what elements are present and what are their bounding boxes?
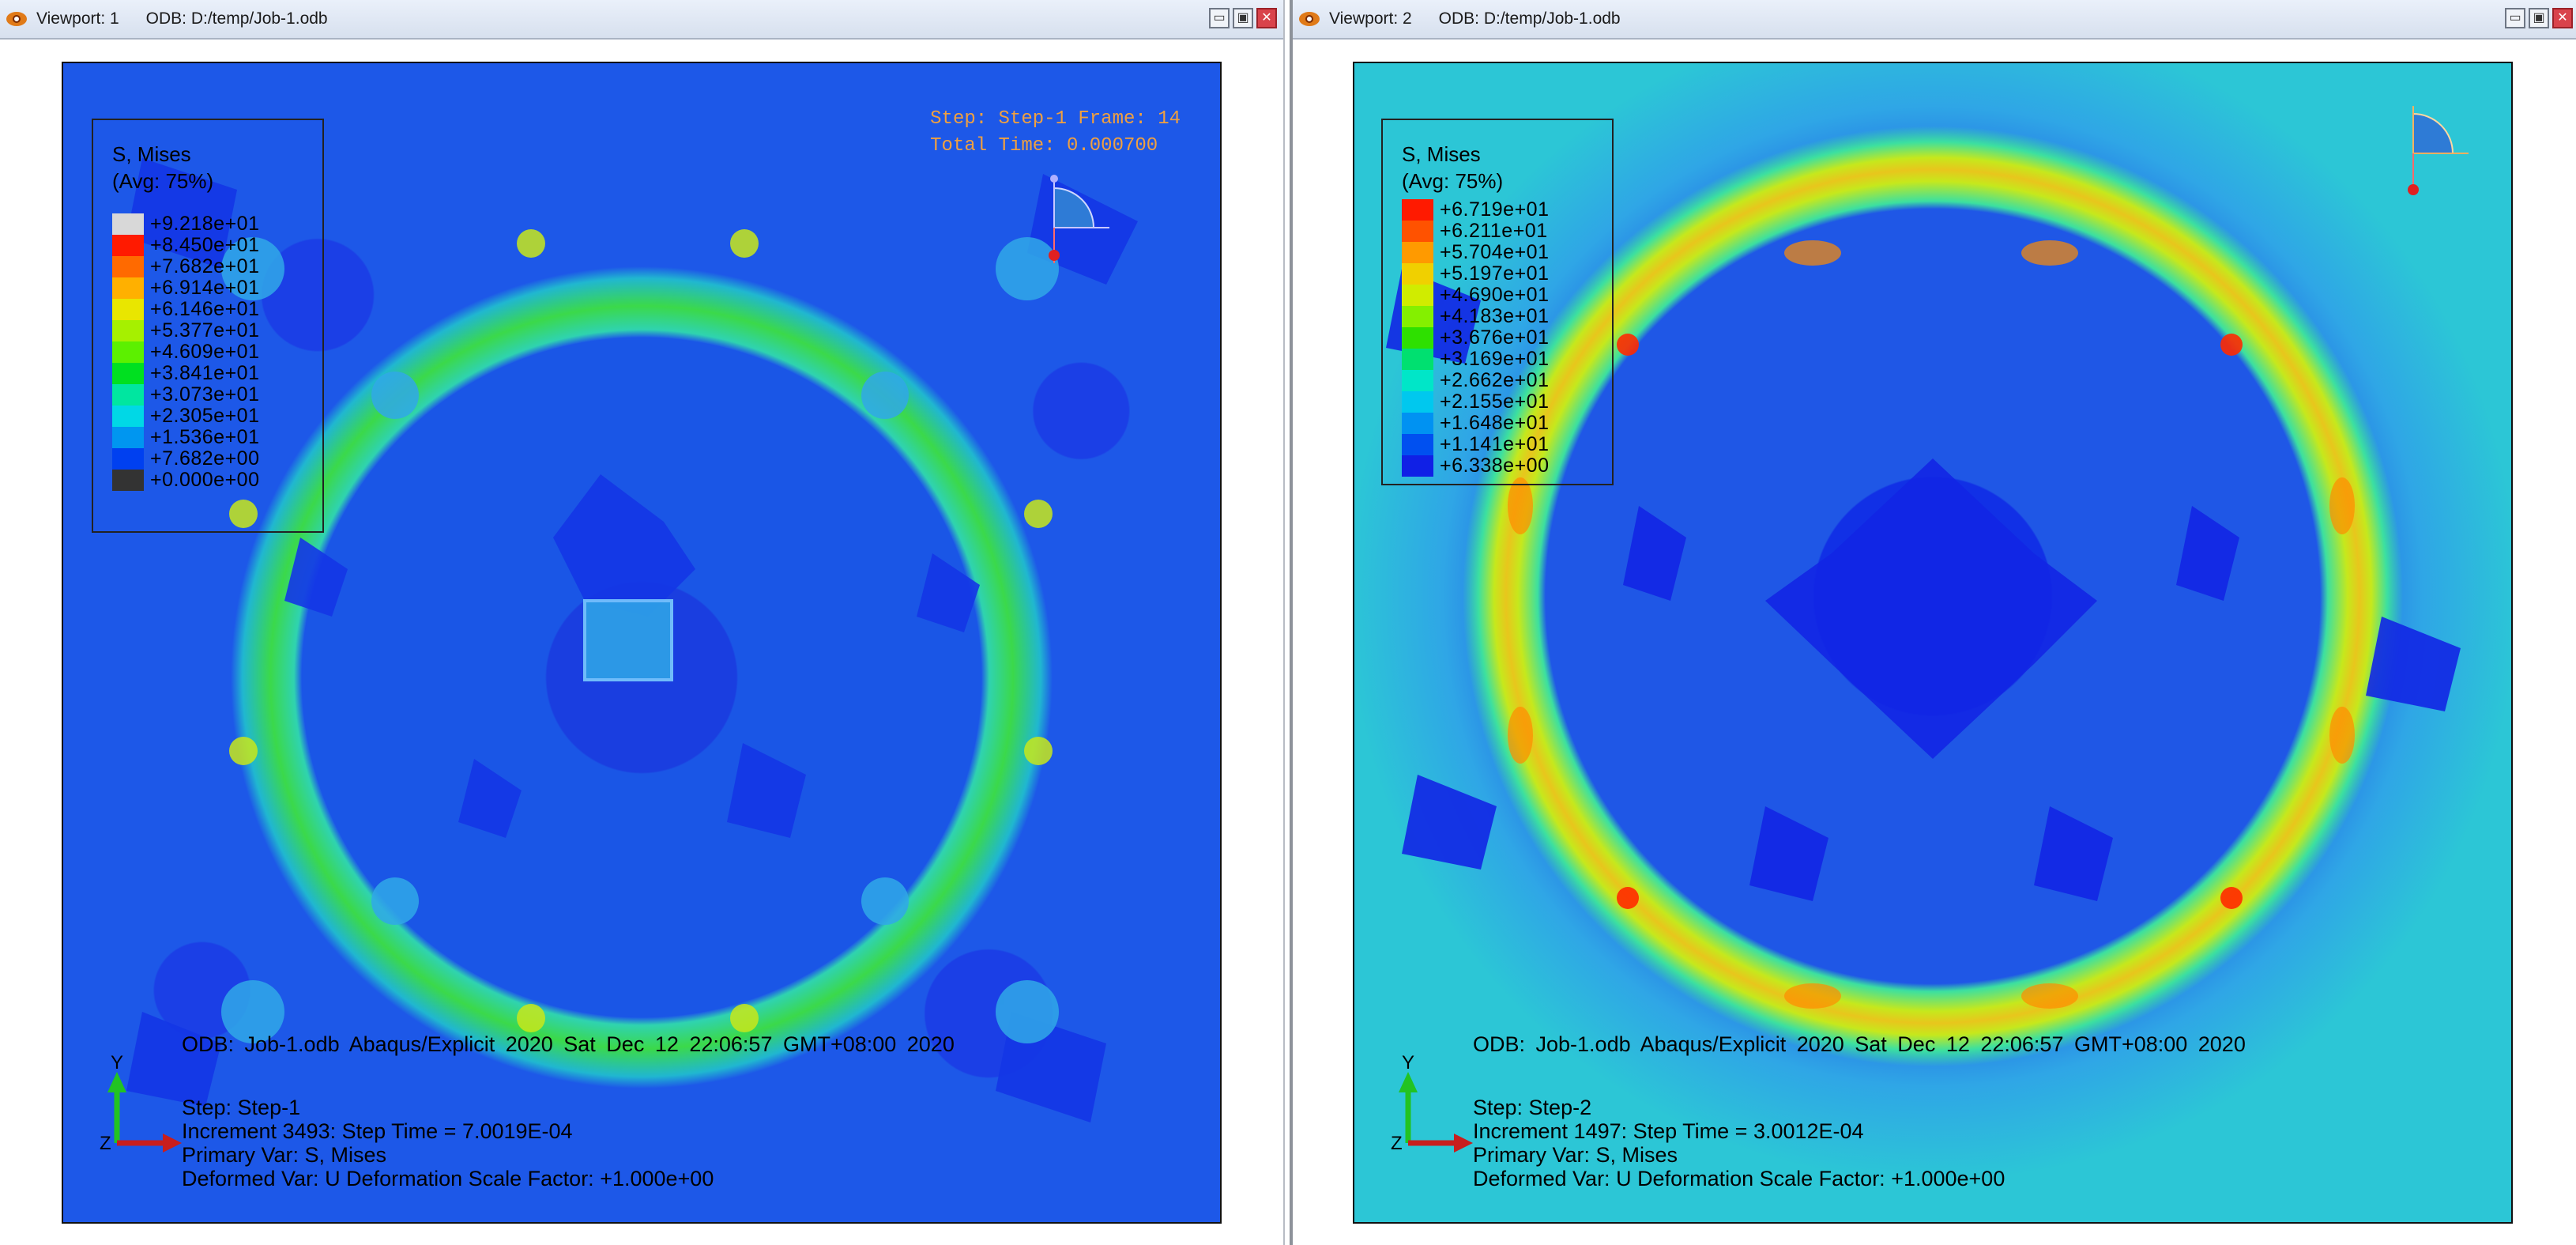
viewport-2-window[interactable]: Viewport: 2 ODB: D:/temp/Job-1.odb ▭ ▣ ✕ — [1290, 0, 2576, 1245]
legend-swatch — [1402, 285, 1433, 306]
minimize-button[interactable]: ▭ — [2505, 8, 2525, 28]
legend-row: +7.682e+01 — [112, 255, 259, 277]
contour-plot-canvas[interactable]: S, Mises (Avg: 75%) +9.218e+01 +8.450e+0… — [62, 62, 1222, 1224]
viewport-1-titlebar[interactable]: Viewport: 1 ODB: D:/temp/Job-1.odb ▭ ▣ ✕ — [0, 0, 1283, 40]
legend-row: +5.704e+01 — [1402, 241, 1549, 263]
legend-row: +8.450e+01 — [112, 234, 259, 256]
plot-info-footer: Y Z ODB: Job-1.odb Abaqus/Explicit 2020 … — [1354, 1017, 2511, 1222]
legend-scale: +6.719e+01 +6.211e+01 +5.704e+01 +5.197e… — [1402, 198, 1549, 477]
close-button[interactable]: ✕ — [1256, 8, 1277, 28]
close-button[interactable]: ✕ — [2552, 8, 2573, 28]
legend-swatch — [1402, 434, 1433, 455]
legend-swatch — [112, 320, 144, 341]
legend-swatch — [1402, 413, 1433, 434]
legend-row: +3.073e+01 — [112, 383, 259, 406]
legend-swatch — [1402, 221, 1433, 242]
legend-row: +6.211e+01 — [1402, 220, 1549, 242]
legend-swatch — [1402, 391, 1433, 413]
color-legend[interactable]: S, Mises (Avg: 75%) +9.218e+01 +8.450e+0… — [92, 119, 324, 533]
deformed-var-label: Deformed Var: U Deformation Scale Factor… — [1473, 1167, 2005, 1190]
legend-swatch — [1402, 306, 1433, 327]
increment-label: Increment 1497: Step Time = 3.0012E-04 — [1473, 1119, 1864, 1143]
legend-swatch — [1402, 455, 1433, 477]
legend-row: +4.609e+01 — [112, 341, 259, 363]
legend-row: +6.719e+01 — [1402, 198, 1549, 221]
plot-info-footer: Y Z ODB: Job-1.odb Abaqus/Explicit 2020 … — [63, 1017, 1220, 1222]
legend-row: +5.377e+01 — [112, 319, 259, 341]
step-label: Step: Step-2 — [1473, 1096, 1592, 1119]
legend-swatch — [112, 256, 144, 277]
view-orientation-triad-icon — [2408, 106, 2469, 195]
legend-row: +6.146e+01 — [112, 298, 259, 320]
axis-y-label: Y — [1402, 1052, 1414, 1073]
legend-swatch — [112, 341, 144, 363]
color-legend[interactable]: S, Mises (Avg: 75%) +6.719e+01 +6.211e+0… — [1381, 119, 1614, 485]
legend-swatch — [1402, 327, 1433, 349]
legend-row: +4.183e+01 — [1402, 305, 1549, 327]
legend-row: +1.536e+01 — [112, 426, 259, 448]
legend-row: +0.000e+00 — [112, 469, 259, 491]
legend-row: +7.682e+00 — [112, 447, 259, 470]
legend-scale: +9.218e+01 +8.450e+01 +7.682e+01 +6.914e… — [112, 213, 259, 491]
viewport-title: Viewport: 2 — [1329, 9, 1412, 28]
increment-label: Increment 3493: Step Time = 7.0019E-04 — [182, 1119, 573, 1143]
legend-swatch — [112, 299, 144, 320]
viewport-title: Viewport: 1 — [36, 9, 119, 28]
axis-y-label: Y — [111, 1052, 123, 1073]
step-info-block: Step: Step-2 Increment 1497: Step Time =… — [1473, 1096, 2005, 1190]
contour-plot-canvas[interactable]: S, Mises (Avg: 75%) +6.719e+01 +6.211e+0… — [1353, 62, 2513, 1224]
legend-swatch — [112, 448, 144, 470]
minimize-button[interactable]: ▭ — [1209, 8, 1230, 28]
axis-z-label: Z — [1391, 1133, 1403, 1154]
legend-title: S, Mises (Avg: 75%) — [1402, 142, 1504, 193]
legend-swatch — [1402, 199, 1433, 221]
deformed-var-label: Deformed Var: U Deformation Scale Factor… — [182, 1167, 714, 1190]
xyz-axis-triad-icon: Y Z — [1391, 1052, 1473, 1154]
legend-swatch — [1402, 242, 1433, 263]
legend-row: +3.169e+01 — [1402, 348, 1549, 370]
legend-row: +1.141e+01 — [1402, 433, 1549, 455]
odb-info-line: ODB: Job-1.odb Abaqus/Explicit 2020 Sat … — [1473, 1032, 2246, 1056]
legend-swatch — [112, 470, 144, 491]
view-orientation-triad-icon — [1049, 175, 1109, 263]
odb-path: ODB: D:/temp/Job-1.odb — [145, 9, 328, 28]
legend-row: +9.218e+01 — [112, 213, 259, 235]
abaqus-viewport-icon — [6, 12, 27, 26]
primary-var-label: Primary Var: S, Mises — [1473, 1143, 1678, 1167]
legend-swatch — [112, 277, 144, 299]
legend-swatch — [1402, 263, 1433, 285]
legend-row: +2.662e+01 — [1402, 369, 1549, 391]
legend-row: +4.690e+01 — [1402, 284, 1549, 306]
legend-swatch — [112, 384, 144, 406]
legend-title: S, Mises (Avg: 75%) — [112, 142, 214, 193]
primary-var-label: Primary Var: S, Mises — [182, 1143, 387, 1167]
viewport-1-window[interactable]: Viewport: 1 ODB: D:/temp/Job-1.odb ▭ ▣ ✕ — [0, 0, 1285, 1245]
legend-row: +3.841e+01 — [112, 362, 259, 384]
legend-swatch — [112, 363, 144, 384]
xyz-axis-triad-icon: Y Z — [100, 1052, 182, 1154]
odb-info-line: ODB: Job-1.odb Abaqus/Explicit 2020 Sat … — [182, 1032, 955, 1056]
odb-path: ODB: D:/temp/Job-1.odb — [1438, 9, 1621, 28]
legend-swatch — [112, 406, 144, 427]
viewport-2-titlebar[interactable]: Viewport: 2 ODB: D:/temp/Job-1.odb ▭ ▣ ✕ — [1293, 0, 2576, 40]
maximize-button[interactable]: ▣ — [2529, 8, 2549, 28]
step-label: Step: Step-1 — [182, 1096, 301, 1119]
step-frame-overlay: Step: Step-1 Frame: 14 Total Time: 0.000… — [930, 108, 1181, 157]
legend-swatch — [1402, 370, 1433, 391]
legend-row: +5.197e+01 — [1402, 262, 1549, 285]
legend-swatch — [112, 235, 144, 256]
axis-z-label: Z — [100, 1133, 111, 1154]
legend-swatch — [112, 427, 144, 448]
legend-row: +6.338e+00 — [1402, 455, 1549, 477]
legend-row: +2.305e+01 — [112, 405, 259, 427]
legend-row: +2.155e+01 — [1402, 390, 1549, 413]
abaqus-viewport-icon — [1299, 12, 1320, 26]
legend-swatch — [1402, 349, 1433, 370]
legend-row: +1.648e+01 — [1402, 412, 1549, 434]
step-info-block: Step: Step-1 Increment 3493: Step Time =… — [182, 1096, 714, 1190]
legend-row: +3.676e+01 — [1402, 326, 1549, 349]
legend-swatch — [112, 213, 144, 235]
maximize-button[interactable]: ▣ — [1233, 8, 1253, 28]
legend-row: +6.914e+01 — [112, 277, 259, 299]
